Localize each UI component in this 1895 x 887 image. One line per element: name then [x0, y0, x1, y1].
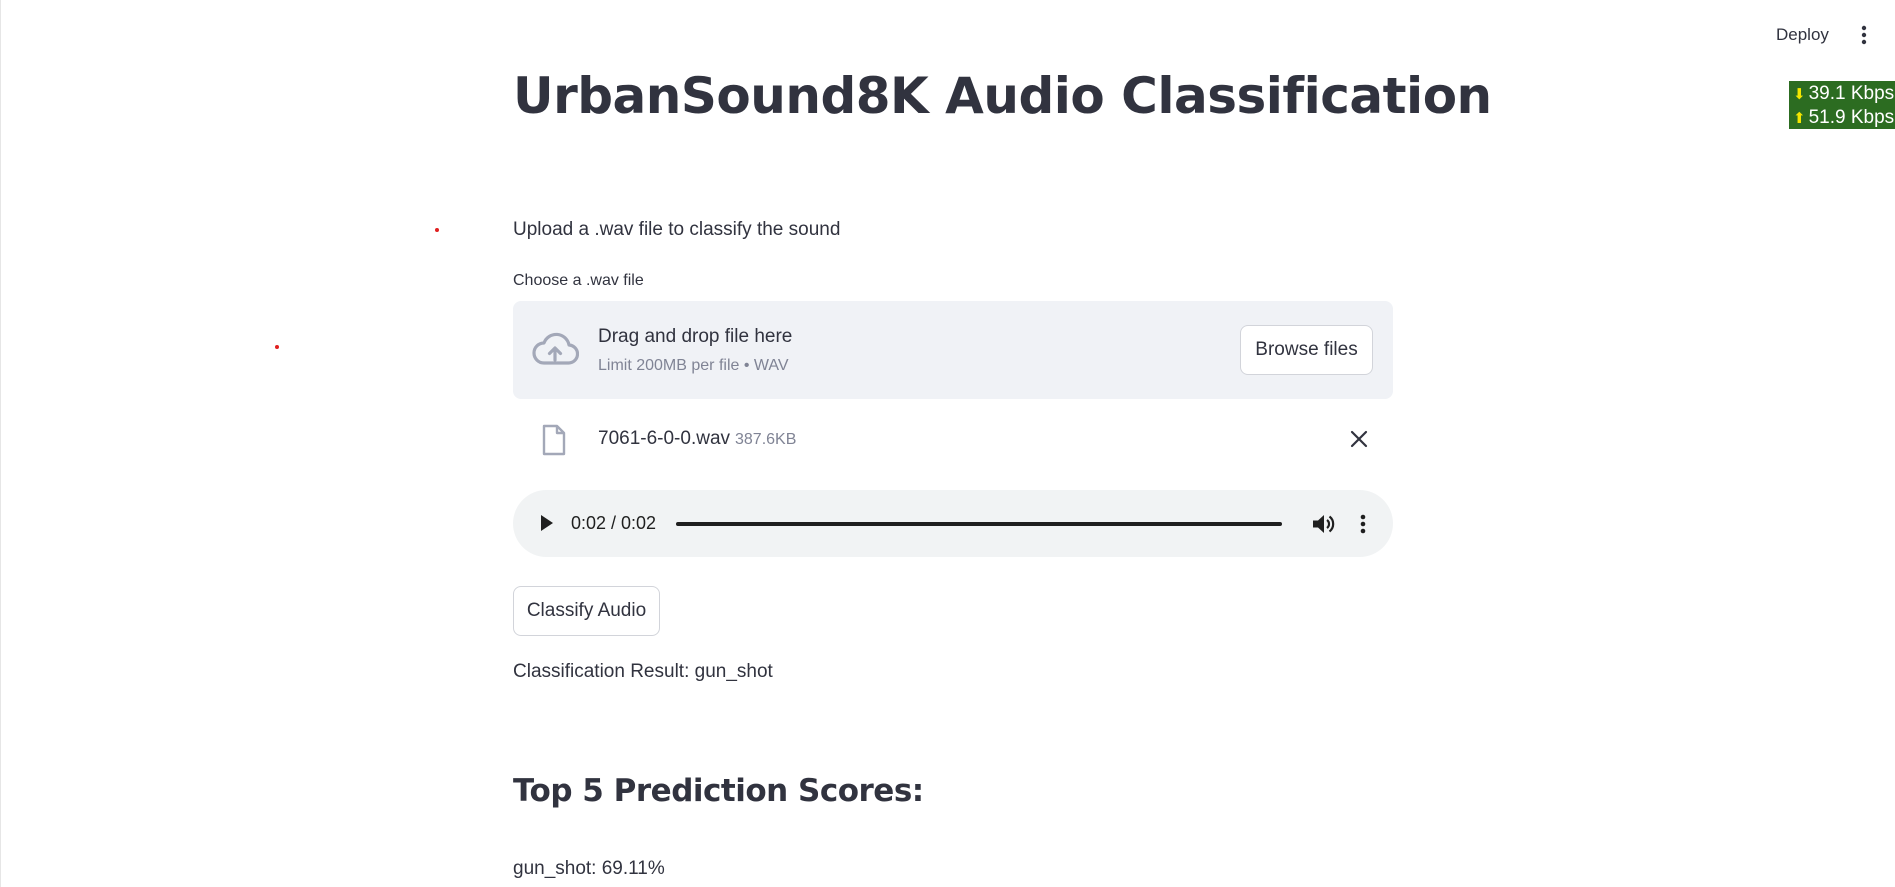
upload-arrow-icon: ⬆ [1793, 110, 1806, 127]
uploaded-file-row: 7061-6-0-0.wav 387.6KB [513, 419, 1393, 459]
upload-speed: ⬆ 51.9 Kbps [1793, 106, 1895, 130]
file-uploader-label: Choose a .wav file [513, 272, 644, 289]
audio-player: 0:02 / 0:02 [513, 490, 1393, 557]
remove-file-close-icon[interactable] [1349, 429, 1369, 449]
audio-time-display: 0:02 / 0:02 [571, 513, 657, 533]
page-title: UrbanSound8K Audio Classification [513, 67, 1492, 125]
download-speed: ⬇ 39.1 Kbps [1793, 82, 1895, 106]
network-speed-widget: ⬇ 39.1 Kbps ⬆ 51.9 Kbps [1789, 81, 1895, 129]
classification-result: Classification Result: gun_shot [513, 661, 773, 682]
red-dot-marker [435, 228, 439, 232]
red-dot-marker [275, 345, 279, 349]
file-dropzone[interactable]: Drag and drop file here Limit 200MB per … [513, 301, 1393, 399]
uploaded-file-name: 7061-6-0-0.wav [598, 428, 731, 449]
upload-speed-text: 51.9 Kbps [1808, 107, 1895, 128]
main-menu-kebab-icon[interactable] [1852, 23, 1876, 47]
uploaded-file-size: 387.6KB [735, 431, 797, 448]
volume-icon[interactable] [1310, 511, 1336, 537]
download-speed-text: 39.1 Kbps [1808, 83, 1895, 104]
top5-heading: Top 5 Prediction Scores: [513, 773, 924, 809]
file-icon [541, 424, 567, 456]
intro-text: Upload a .wav file to classify the sound [513, 219, 841, 240]
deploy-button[interactable]: Deploy [1766, 20, 1839, 50]
left-edge-divider [0, 0, 1, 887]
download-arrow-icon: ⬇ [1793, 86, 1806, 103]
dropzone-limit-text: Limit 200MB per file • WAV [598, 357, 789, 374]
cloud-upload-icon [531, 329, 580, 371]
score-item: gun_shot: 69.11% [513, 858, 665, 879]
player-options-kebab-icon[interactable] [1351, 511, 1375, 537]
dropzone-title: Drag and drop file here [598, 326, 793, 347]
classify-audio-button[interactable]: Classify Audio [513, 586, 660, 636]
browse-files-button[interactable]: Browse files [1240, 325, 1373, 375]
play-icon[interactable] [535, 512, 557, 534]
audio-seek-bar[interactable] [676, 522, 1282, 526]
